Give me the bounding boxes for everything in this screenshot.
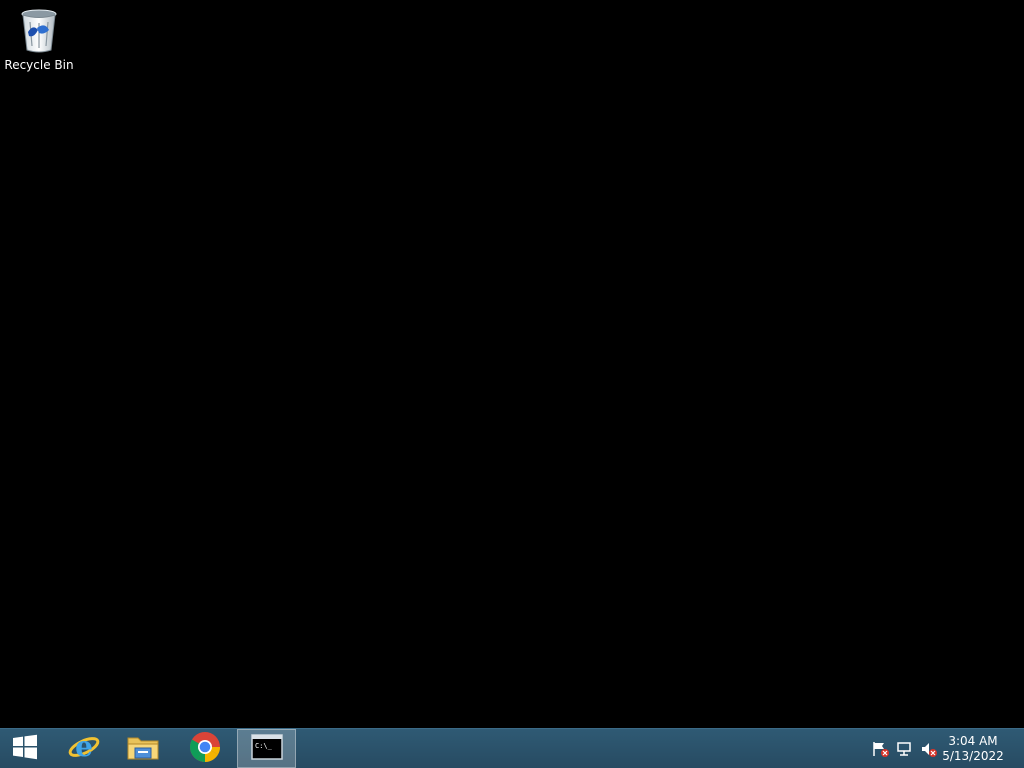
recycle-bin-shortcut[interactable]: Recycle Bin bbox=[4, 6, 74, 74]
start-button[interactable] bbox=[0, 729, 50, 768]
network-icon[interactable] bbox=[896, 741, 914, 757]
file-explorer-taskbar-button[interactable] bbox=[114, 729, 172, 768]
command-prompt-icon: C:\_ bbox=[250, 733, 283, 764]
file-explorer-icon bbox=[126, 732, 160, 766]
action-center-flag-icon[interactable] bbox=[872, 741, 890, 757]
desktop[interactable]: Recycle Bin bbox=[0, 0, 1024, 728]
recycle-bin-label: Recycle Bin bbox=[4, 58, 74, 72]
windows-logo-icon bbox=[12, 734, 38, 764]
internet-explorer-taskbar-button[interactable]: e bbox=[56, 729, 112, 768]
internet-explorer-icon: e bbox=[67, 730, 101, 767]
clock[interactable]: 3:04 AM 5/13/2022 bbox=[938, 734, 1008, 764]
system-tray: 3:04 AM 5/13/2022 bbox=[864, 729, 1024, 768]
taskbar: e C:\_ 3:04 AM 5/13/2022 bbox=[0, 728, 1024, 768]
recycle-bin-icon bbox=[19, 6, 59, 54]
clock-date: 5/13/2022 bbox=[942, 749, 1004, 763]
chrome-icon bbox=[189, 731, 221, 767]
svg-text:e: e bbox=[75, 731, 93, 763]
volume-muted-icon[interactable] bbox=[920, 741, 938, 757]
clock-time: 3:04 AM bbox=[948, 734, 998, 748]
command-prompt-icon-text: C:\_ bbox=[255, 742, 273, 750]
command-prompt-taskbar-button[interactable]: C:\_ bbox=[237, 729, 296, 768]
chrome-taskbar-button[interactable] bbox=[176, 729, 234, 768]
